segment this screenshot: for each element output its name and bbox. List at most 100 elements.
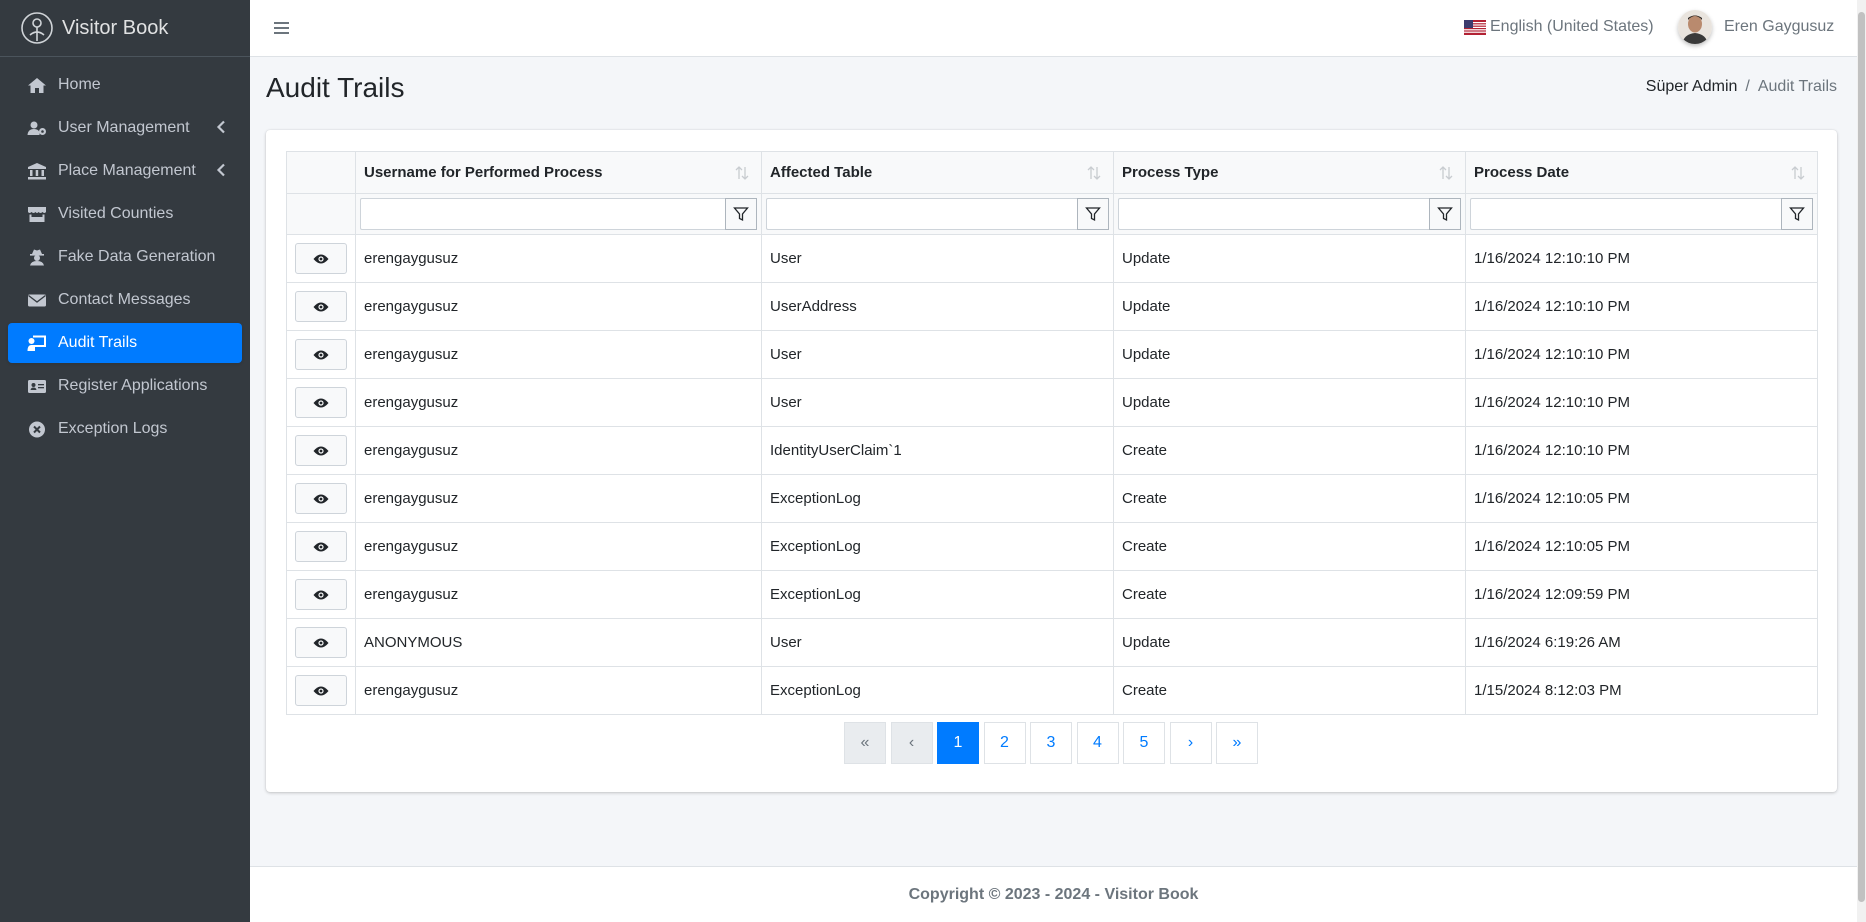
page-scrollbar[interactable] bbox=[1857, 0, 1866, 922]
cell-affected-table: User bbox=[761, 378, 1114, 427]
sort-icon[interactable] bbox=[735, 165, 749, 181]
page-button-2[interactable]: 2 bbox=[983, 722, 1026, 764]
filter-icon[interactable] bbox=[1429, 198, 1461, 230]
view-details-button[interactable] bbox=[295, 531, 347, 562]
cell-process-type: Update bbox=[1113, 330, 1466, 379]
sort-icon[interactable] bbox=[1087, 165, 1101, 181]
row-actions-cell bbox=[286, 378, 356, 427]
breadcrumb-separator: / bbox=[1745, 78, 1750, 95]
sidebar-item-contact-messages[interactable]: Contact Messages bbox=[8, 280, 242, 320]
copyright-text: Copyright © 2023 - 2024 - Visitor Book bbox=[908, 885, 1199, 903]
process-type-filter-input[interactable] bbox=[1118, 198, 1429, 230]
eye-icon bbox=[313, 302, 329, 311]
sort-icon[interactable] bbox=[1439, 165, 1453, 181]
cell-username: erengaygusuz bbox=[355, 330, 762, 379]
cell-affected-table: User bbox=[761, 330, 1114, 379]
table-header-row: Username for Performed Process Affected … bbox=[286, 151, 1818, 194]
affected-table-filter-input[interactable] bbox=[766, 198, 1077, 230]
table-row: erengaygusuz ExceptionLog Create 1/15/2024 … bbox=[286, 666, 1818, 715]
row-actions-cell bbox=[286, 666, 356, 715]
eye-icon bbox=[313, 494, 329, 503]
cell-process-date: 1/16/2024 12:10:10 PM bbox=[1465, 330, 1818, 379]
filter-icon[interactable] bbox=[725, 198, 757, 230]
prev-page-button[interactable]: ‹ bbox=[890, 722, 933, 764]
sidebar-item-user-management[interactable]: User Management bbox=[8, 108, 242, 148]
column-header-affected-table[interactable]: Affected Table bbox=[761, 151, 1114, 194]
cell-process-date: 1/16/2024 12:10:05 PM bbox=[1465, 522, 1818, 571]
view-details-button[interactable] bbox=[295, 483, 347, 514]
cell-affected-table: ExceptionLog bbox=[761, 570, 1114, 619]
page-button-3[interactable]: 3 bbox=[1030, 722, 1072, 764]
chalkboard-teacher-icon bbox=[26, 333, 48, 353]
cell-affected-table: UserAddress bbox=[761, 282, 1114, 331]
column-header-process-type[interactable]: Process Type bbox=[1113, 151, 1466, 194]
table-row: erengaygusuz ExceptionLog Create 1/16/2024 … bbox=[286, 570, 1818, 619]
sidebar-item-label: Audit Trails bbox=[58, 334, 138, 351]
top-navbar: English (United States) Eren Gaygusuz bbox=[250, 0, 1857, 57]
row-actions-cell bbox=[286, 330, 356, 379]
view-details-button[interactable] bbox=[295, 243, 347, 274]
us-flag-icon bbox=[1464, 19, 1486, 35]
process-date-filter-input[interactable] bbox=[1470, 198, 1781, 230]
column-header-label: Affected Table bbox=[770, 164, 873, 181]
language-selector[interactable]: English (United States) bbox=[1464, 18, 1654, 36]
cell-affected-table: ExceptionLog bbox=[761, 522, 1114, 571]
view-details-button[interactable] bbox=[295, 339, 347, 370]
scrollbar-thumb[interactable] bbox=[1858, 12, 1865, 902]
column-header-label: Process Type bbox=[1122, 164, 1219, 181]
breadcrumb-home[interactable]: Süper Admin bbox=[1646, 78, 1738, 96]
page-button-1[interactable]: 1 bbox=[937, 722, 979, 764]
cell-process-type: Update bbox=[1113, 618, 1466, 667]
page-button-4[interactable]: 4 bbox=[1076, 722, 1119, 764]
sidebar-item-register-applications[interactable]: Register Applications bbox=[8, 366, 242, 406]
sidebar-item-label: Exception Logs bbox=[58, 420, 168, 437]
language-label: English (United States) bbox=[1490, 18, 1654, 35]
column-header-process-date[interactable]: Process Date bbox=[1465, 151, 1818, 194]
page-button-5[interactable]: 5 bbox=[1123, 722, 1165, 764]
landmark-icon bbox=[26, 161, 48, 181]
eye-icon bbox=[313, 398, 329, 407]
sort-icon[interactable] bbox=[1791, 165, 1805, 181]
users-cog-icon bbox=[26, 118, 48, 138]
cell-username: erengaygusuz bbox=[355, 234, 762, 283]
table-row: erengaygusuz User Update 1/16/2024 12:10:10… bbox=[286, 330, 1818, 379]
view-details-button[interactable] bbox=[295, 435, 347, 466]
cell-process-date: 1/16/2024 12:10:10 PM bbox=[1465, 426, 1818, 475]
sidebar-item-audit-trails[interactable]: Audit Trails bbox=[8, 323, 242, 363]
breadcrumb: Süper Admin / Audit Trails bbox=[1646, 78, 1837, 96]
first-page-button[interactable]: « bbox=[844, 722, 886, 764]
sidebar-nav: Home User Management Place Management Visit… bbox=[0, 57, 250, 460]
avatar bbox=[1678, 10, 1712, 44]
hamburger-menu-icon[interactable] bbox=[274, 18, 290, 38]
eye-icon bbox=[313, 254, 329, 263]
username-filter-input[interactable] bbox=[360, 198, 725, 230]
store-icon bbox=[26, 204, 48, 224]
table-row: erengaygusuz User Update 1/16/2024 12:10:10… bbox=[286, 234, 1818, 283]
filter-icon[interactable] bbox=[1077, 198, 1109, 230]
user-menu[interactable]: Eren Gaygusuz bbox=[1678, 10, 1834, 44]
next-page-button[interactable]: › bbox=[1169, 722, 1212, 764]
sidebar-item-label: User Management bbox=[58, 119, 190, 136]
view-details-button[interactable] bbox=[295, 675, 347, 706]
column-header-label: Process Date bbox=[1474, 164, 1570, 181]
cell-process-date: 1/16/2024 12:09:59 PM bbox=[1465, 570, 1818, 619]
cell-process-type: Create bbox=[1113, 522, 1466, 571]
last-page-button[interactable]: » bbox=[1216, 722, 1258, 764]
id-card-icon bbox=[26, 376, 48, 396]
filter-cell-process-type bbox=[1113, 193, 1466, 235]
sidebar-item-visited-counties[interactable]: Visited Counties bbox=[8, 194, 242, 234]
view-details-button[interactable] bbox=[295, 627, 347, 658]
filter-icon[interactable] bbox=[1781, 198, 1813, 230]
view-details-button[interactable] bbox=[295, 291, 347, 322]
sidebar-item-home[interactable]: Home bbox=[8, 65, 242, 105]
sidebar-item-place-management[interactable]: Place Management bbox=[8, 151, 242, 191]
cell-process-date: 1/16/2024 12:10:10 PM bbox=[1465, 378, 1818, 427]
sidebar-item-exception-logs[interactable]: Exception Logs bbox=[8, 409, 242, 449]
view-details-button[interactable] bbox=[295, 387, 347, 418]
row-actions-cell bbox=[286, 570, 356, 619]
brand[interactable]: Visitor Book bbox=[0, 0, 250, 57]
row-actions-cell bbox=[286, 426, 356, 475]
column-header-username[interactable]: Username for Performed Process bbox=[355, 151, 762, 194]
sidebar-item-fake-data-generation[interactable]: Fake Data Generation bbox=[8, 237, 242, 277]
view-details-button[interactable] bbox=[295, 579, 347, 610]
